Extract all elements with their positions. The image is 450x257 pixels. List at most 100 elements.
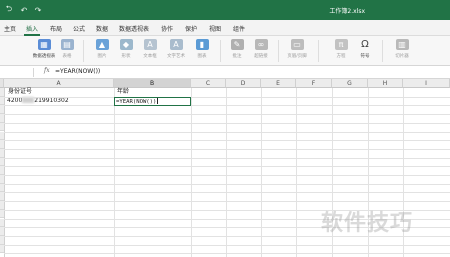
tab-data[interactable]: 数据 [96, 24, 108, 33]
row-header[interactable] [0, 131, 4, 141]
cell-b2-text: =YEAR(NOW()) [116, 99, 157, 105]
row-line [4, 175, 450, 176]
shapes-label: 形状 [121, 54, 131, 59]
textbox-button[interactable]: A 文本框 [137, 39, 163, 59]
row-line [4, 96, 450, 98]
column-header-d[interactable]: D [226, 79, 261, 88]
cell-a2-suffix: 219910302 [34, 97, 69, 104]
tab-insert[interactable]: 插入 [23, 24, 41, 36]
window-title: 工作簿2.xlsx [329, 8, 365, 15]
column-header-c[interactable]: C [191, 79, 226, 88]
ribbon-separator [278, 40, 279, 62]
row-header[interactable] [0, 244, 4, 254]
row-header[interactable] [0, 175, 4, 184]
row-header[interactable] [0, 227, 4, 236]
cell-a1[interactable]: 身份证号 [8, 88, 32, 96]
chart-button[interactable]: ▮ 图表 [189, 39, 215, 59]
header-footer-button[interactable]: ▭ 页眉/页脚 [284, 39, 310, 59]
slicer-label: 切片器 [395, 54, 409, 59]
row-header[interactable] [0, 166, 4, 175]
tab-home[interactable]: 主页 [4, 24, 16, 33]
column-header-h[interactable]: H [368, 79, 403, 88]
ribbon-insert-panel: ▦ 数据透视表 ▤ 表格 ▲ 图片 ◆ 形状 A 文本框 A 文字艺术 ▮ 图表… [0, 36, 450, 66]
active-cell-b2[interactable]: =YEAR(NOW()) [114, 97, 191, 106]
comment-icon: ✎ [230, 39, 244, 50]
cell-a2[interactable]: 4200 219910302 [7, 97, 69, 105]
cell-a2-prefix: 4200 [7, 97, 23, 104]
symbol-button[interactable]: Ω 符号 [352, 39, 378, 59]
fx-icon[interactable]: fx [44, 67, 50, 74]
row-line [4, 157, 450, 159]
row-header[interactable] [0, 148, 4, 158]
column-header-e[interactable]: E [261, 79, 296, 88]
header-footer-label: 页眉/页脚 [287, 54, 307, 59]
formula-bar: fx =YEAR(NOW()) [0, 66, 450, 79]
wordart-button[interactable]: A 文字艺术 [163, 39, 189, 59]
row-header[interactable] [0, 209, 4, 219]
row-header[interactable] [0, 201, 4, 210]
hyperlink-button[interactable]: ∞ 超链接 [248, 39, 274, 59]
table-label: 表格 [62, 54, 72, 59]
row-header[interactable] [0, 192, 4, 202]
tab-pivot-table[interactable]: 数据透视表 [119, 24, 149, 33]
tab-components[interactable]: 组件 [233, 24, 245, 33]
textbox-icon: A [143, 39, 157, 50]
row-line [4, 192, 450, 194]
tab-view[interactable]: 视图 [209, 24, 221, 33]
shapes-button[interactable]: ◆ 形状 [113, 39, 139, 59]
tab-layout[interactable]: 布局 [50, 24, 62, 33]
symbol-label: 符号 [360, 54, 370, 59]
watermark: 软件技巧 [321, 211, 414, 236]
pivot-table-label: 数据透视表 [32, 54, 56, 59]
comment-label: 批注 [232, 54, 242, 59]
equation-button[interactable]: π 方程 [328, 39, 354, 59]
table-icon: ▤ [60, 39, 74, 50]
row-header[interactable] [0, 88, 4, 97]
ribbon-tabs: 主页 插入 布局 公式 数据 数据透视表 协作 保护 视图 组件 [0, 20, 450, 36]
hyperlink-icon: ∞ [254, 39, 268, 50]
column-header-i[interactable]: I [403, 79, 450, 88]
table-button[interactable]: ▤ 表格 [54, 39, 80, 59]
cell-b1[interactable]: 年龄 [117, 88, 129, 96]
row-line [4, 140, 450, 142]
row-line [4, 201, 450, 203]
picture-label: 图片 [97, 54, 107, 59]
comment-button[interactable]: ✎ 批注 [224, 39, 250, 59]
picture-icon: ▲ [95, 39, 109, 50]
column-header-g[interactable]: G [332, 79, 368, 88]
row-header[interactable] [0, 157, 4, 167]
formula-input[interactable]: =YEAR(NOW()) [55, 68, 100, 75]
column-header-a[interactable]: A [4, 79, 114, 88]
row-line [4, 166, 450, 168]
slicer-button[interactable]: ▥ 切片器 [389, 39, 415, 59]
header-footer-icon: ▭ [290, 39, 304, 50]
ribbon-separator [83, 40, 84, 62]
ribbon-separator [220, 40, 221, 62]
title-bar: ⮌ ↶ ↷ 工作簿2.xlsx [0, 0, 450, 20]
row-header[interactable] [0, 183, 4, 193]
picture-button[interactable]: ▲ 图片 [89, 39, 115, 59]
tab-collaborate[interactable]: 协作 [161, 24, 173, 33]
redaction-blur [22, 97, 35, 103]
tab-formulas[interactable]: 公式 [73, 24, 85, 33]
column-header-f[interactable]: F [296, 79, 332, 88]
cell-editor[interactable]: =YEAR(NOW()) [116, 98, 159, 106]
row-header[interactable] [0, 122, 4, 132]
row-line [4, 148, 450, 150]
pivot-table-icon: ▦ [37, 39, 51, 50]
shapes-icon: ◆ [119, 39, 133, 50]
row-header[interactable] [0, 114, 4, 123]
column-header-b[interactable]: B [114, 79, 191, 88]
text-caret [157, 98, 159, 104]
chart-label: 图表 [197, 54, 207, 59]
name-box[interactable] [0, 68, 34, 77]
row-line [4, 114, 450, 116]
tab-protect[interactable]: 保护 [185, 24, 197, 33]
row-header[interactable] [0, 235, 4, 245]
row-header[interactable] [0, 140, 4, 149]
row-header[interactable] [0, 96, 4, 106]
wordart-label: 文字艺术 [167, 54, 185, 59]
wordart-icon: A [169, 39, 183, 50]
row-header[interactable] [0, 218, 4, 228]
row-header[interactable] [0, 105, 4, 115]
